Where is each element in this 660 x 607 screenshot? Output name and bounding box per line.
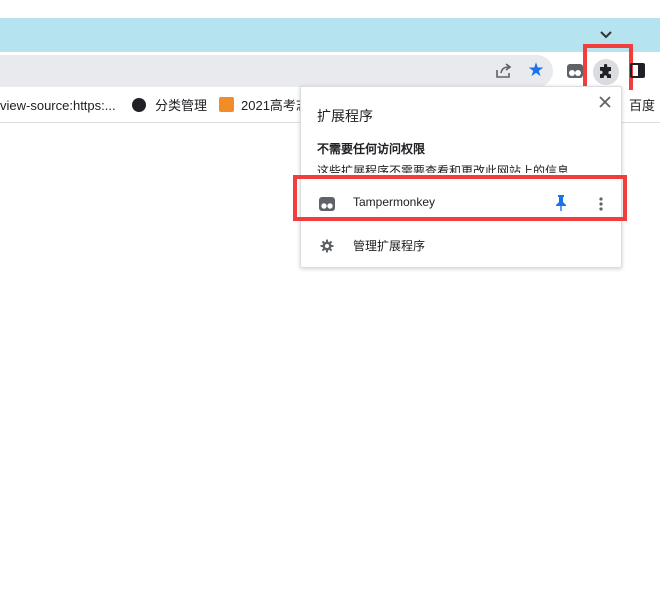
extension-row-highlight: [293, 175, 627, 221]
close-icon[interactable]: [597, 94, 613, 110]
bookmark-label: view-source:https:...: [0, 98, 116, 113]
section-heading: 不需要任何访问权限: [317, 142, 426, 156]
chevron-down-icon[interactable]: [597, 27, 615, 43]
share-icon[interactable]: [494, 61, 514, 81]
bookmark-label: 2021高考志: [241, 98, 309, 113]
bookmark-category-manage[interactable]: 分类管理: [132, 96, 207, 116]
manage-extensions-button[interactable]: 管理扩展程序: [301, 233, 621, 259]
star-icon[interactable]: ★: [526, 60, 546, 82]
tab-strip: [0, 18, 660, 52]
bookmark-label: 百度: [629, 98, 656, 113]
bookmark-view-source[interactable]: view-source:https:...: [0, 96, 116, 116]
bookmark-gaokao[interactable]: 2021高考志: [219, 96, 309, 116]
orange-logo-icon: [219, 97, 234, 112]
popup-title: 扩展程序: [317, 108, 373, 124]
globe-icon: [132, 98, 146, 112]
address-bar[interactable]: [0, 55, 553, 87]
section-description: 这些扩展程序不需要查看和更改此网站上的信息: [317, 164, 570, 173]
side-panel-icon[interactable]: [630, 63, 645, 78]
manage-extensions-label: 管理扩展程序: [353, 239, 426, 253]
bookmark-label: 分类管理: [155, 98, 208, 113]
bookmark-baidu[interactable]: 百度: [629, 96, 655, 116]
window-top-strip: [0, 0, 660, 18]
gear-icon: [319, 238, 335, 254]
tampermonkey-icon[interactable]: [566, 62, 584, 80]
